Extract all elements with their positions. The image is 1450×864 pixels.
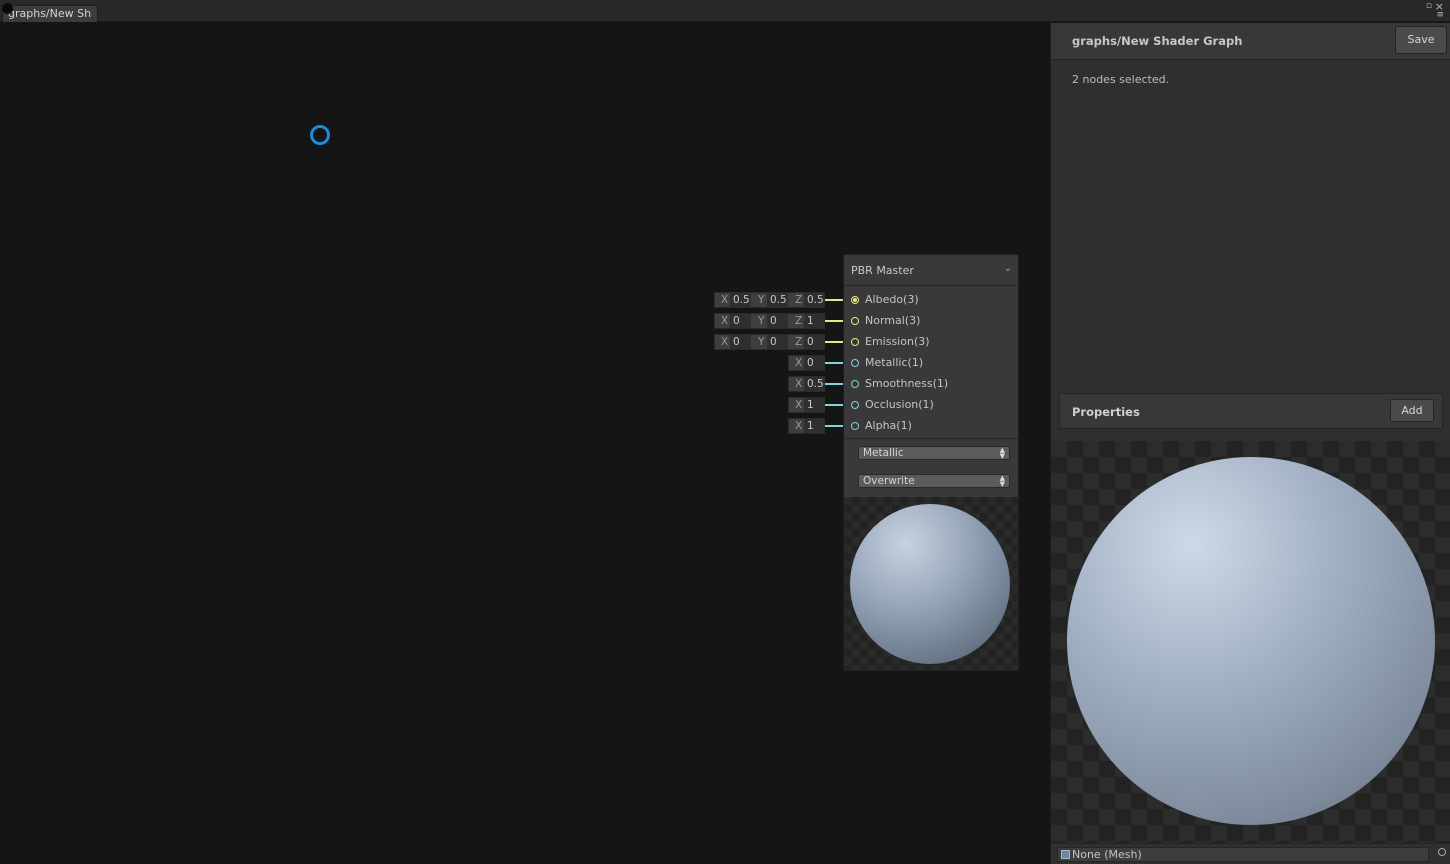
axis-label: Z <box>795 294 803 306</box>
port-label: Occlusion(1) <box>865 398 934 411</box>
axis-label: Y <box>758 315 765 327</box>
port-label: Normal(3) <box>865 314 921 327</box>
axis-label: Z <box>795 336 803 348</box>
default-value-field[interactable]: X0Y0Z1 <box>714 313 825 329</box>
port-label: Emission(3) <box>865 335 930 348</box>
maximize-icon[interactable]: ▫ <box>1426 1 1432 11</box>
node-preview-sphere <box>850 504 1010 664</box>
axis-label: X <box>795 378 803 390</box>
add-property-button[interactable]: Add <box>1390 399 1434 422</box>
input-port[interactable]: Metallic(1) <box>844 353 1018 373</box>
mesh-icon <box>1061 850 1070 859</box>
port-connector-icon[interactable] <box>851 317 859 325</box>
port-connector-icon[interactable] <box>851 422 859 430</box>
port-label: Alpha(1) <box>865 419 912 432</box>
properties-title: Properties <box>1072 405 1140 419</box>
input-port[interactable]: Smoothness(1) <box>844 374 1018 394</box>
loading-cursor-icon <box>310 125 330 145</box>
workflow-value: Metallic <box>863 447 904 459</box>
axis-value-input[interactable]: 0 <box>730 314 751 328</box>
axis-label: Y <box>758 336 765 348</box>
node-preview <box>844 497 1018 670</box>
window-tab-bar: graphs/New Sh ▫ × ≡ <box>0 0 1450 22</box>
node-title: PBR Master <box>851 264 914 277</box>
axis-label: X <box>721 336 729 348</box>
pbr-master-node[interactable]: PBR Master ⌄ Albedo(3) Normal(3) Emission(… <box>843 254 1019 671</box>
selection-status: 2 nodes selected. <box>1072 73 1170 86</box>
axis-value-input[interactable]: 0 <box>767 314 788 328</box>
properties-section: Properties Add <box>1059 393 1443 429</box>
axis-value-input[interactable]: 1 <box>804 419 825 433</box>
tab-status-dot <box>2 3 13 14</box>
axis-value-input[interactable]: 1 <box>804 314 825 328</box>
axis-value-input[interactable]: 0.5 <box>804 377 825 391</box>
port-connector-icon[interactable] <box>851 296 859 304</box>
port-connector-icon[interactable] <box>851 359 859 367</box>
node-input-ports: Albedo(3) Normal(3) Emission(3) Metallic(1)… <box>844 286 1018 439</box>
axis-value-input[interactable]: 0 <box>730 335 751 349</box>
axis-label: X <box>795 357 803 369</box>
preview-mesh-value: None (Mesh) <box>1072 848 1142 861</box>
dropdown-arrows-icon: ▲ ▼ <box>999 446 1005 460</box>
save-button[interactable]: Save <box>1395 26 1447 54</box>
workflow-dropdown[interactable]: Metallic ▲ ▼ <box>858 446 1010 460</box>
axis-label: X <box>795 399 803 411</box>
preview-mesh-bar: None (Mesh) <box>1051 843 1450 864</box>
axis-value-input[interactable]: 0 <box>804 356 825 370</box>
axis-label: X <box>795 420 803 432</box>
default-value-field[interactable]: X0 <box>788 355 825 371</box>
window-tab-label: graphs/New Sh <box>8 7 92 20</box>
axis-label: Z <box>795 315 803 327</box>
inspector-panel: graphs/New Shader Graph Save 2 nodes sel… <box>1050 23 1450 864</box>
axis-label: Y <box>758 294 765 306</box>
axis-value-input[interactable]: 1 <box>804 398 825 412</box>
object-picker-icon[interactable] <box>1438 848 1446 856</box>
graph-title: graphs/New Shader Graph <box>1072 34 1243 48</box>
blend-mode-value: Overwrite <box>863 475 915 487</box>
axis-value-input[interactable]: 0.5 <box>767 293 788 307</box>
default-value-field[interactable]: X 0.5 Y 0.5 Z 0.5 <box>714 292 825 308</box>
input-port[interactable]: Albedo(3) <box>844 290 1018 310</box>
window-tab[interactable]: graphs/New Sh <box>2 5 98 22</box>
port-connector-icon[interactable] <box>851 380 859 388</box>
axis-value-input[interactable]: 0 <box>767 335 788 349</box>
input-port[interactable]: Occlusion(1) <box>844 395 1018 415</box>
default-value-field[interactable]: X1 <box>788 418 825 434</box>
preview-mesh-field[interactable]: None (Mesh) <box>1057 847 1429 862</box>
window-controls: ▫ × ≡ <box>1424 0 1446 21</box>
input-port[interactable]: Normal(3) <box>844 311 1018 331</box>
axis-value-input[interactable]: 0.5 <box>804 293 825 307</box>
window-menu-icon[interactable]: ≡ <box>1436 10 1444 20</box>
chevron-down-icon[interactable]: ⌄ <box>1004 263 1012 274</box>
axis-value-input[interactable]: 0.5 <box>730 293 751 307</box>
port-label: Albedo(3) <box>865 293 919 306</box>
axis-label: X <box>721 315 729 327</box>
blend-mode-dropdown[interactable]: Overwrite ▲ ▼ <box>858 474 1010 488</box>
port-label: Metallic(1) <box>865 356 924 369</box>
input-port[interactable]: Emission(3) <box>844 332 1018 352</box>
master-preview-sphere <box>1067 457 1435 825</box>
node-header[interactable]: PBR Master ⌄ <box>844 255 1018 286</box>
master-preview[interactable] <box>1051 441 1450 843</box>
inspector-header: graphs/New Shader Graph Save <box>1051 23 1450 60</box>
default-value-field[interactable]: X0Y0Z0 <box>714 334 825 350</box>
port-connector-icon[interactable] <box>851 401 859 409</box>
port-label: Smoothness(1) <box>865 377 949 390</box>
dropdown-arrows-icon: ▲ ▼ <box>999 474 1005 488</box>
port-connector-icon[interactable] <box>851 338 859 346</box>
default-value-field[interactable]: X 0.5 <box>788 376 825 392</box>
axis-value-input[interactable]: 0 <box>804 335 825 349</box>
default-value-field[interactable]: X1 <box>788 397 825 413</box>
axis-label: X <box>721 294 729 306</box>
input-port[interactable]: Alpha(1) <box>844 416 1018 436</box>
